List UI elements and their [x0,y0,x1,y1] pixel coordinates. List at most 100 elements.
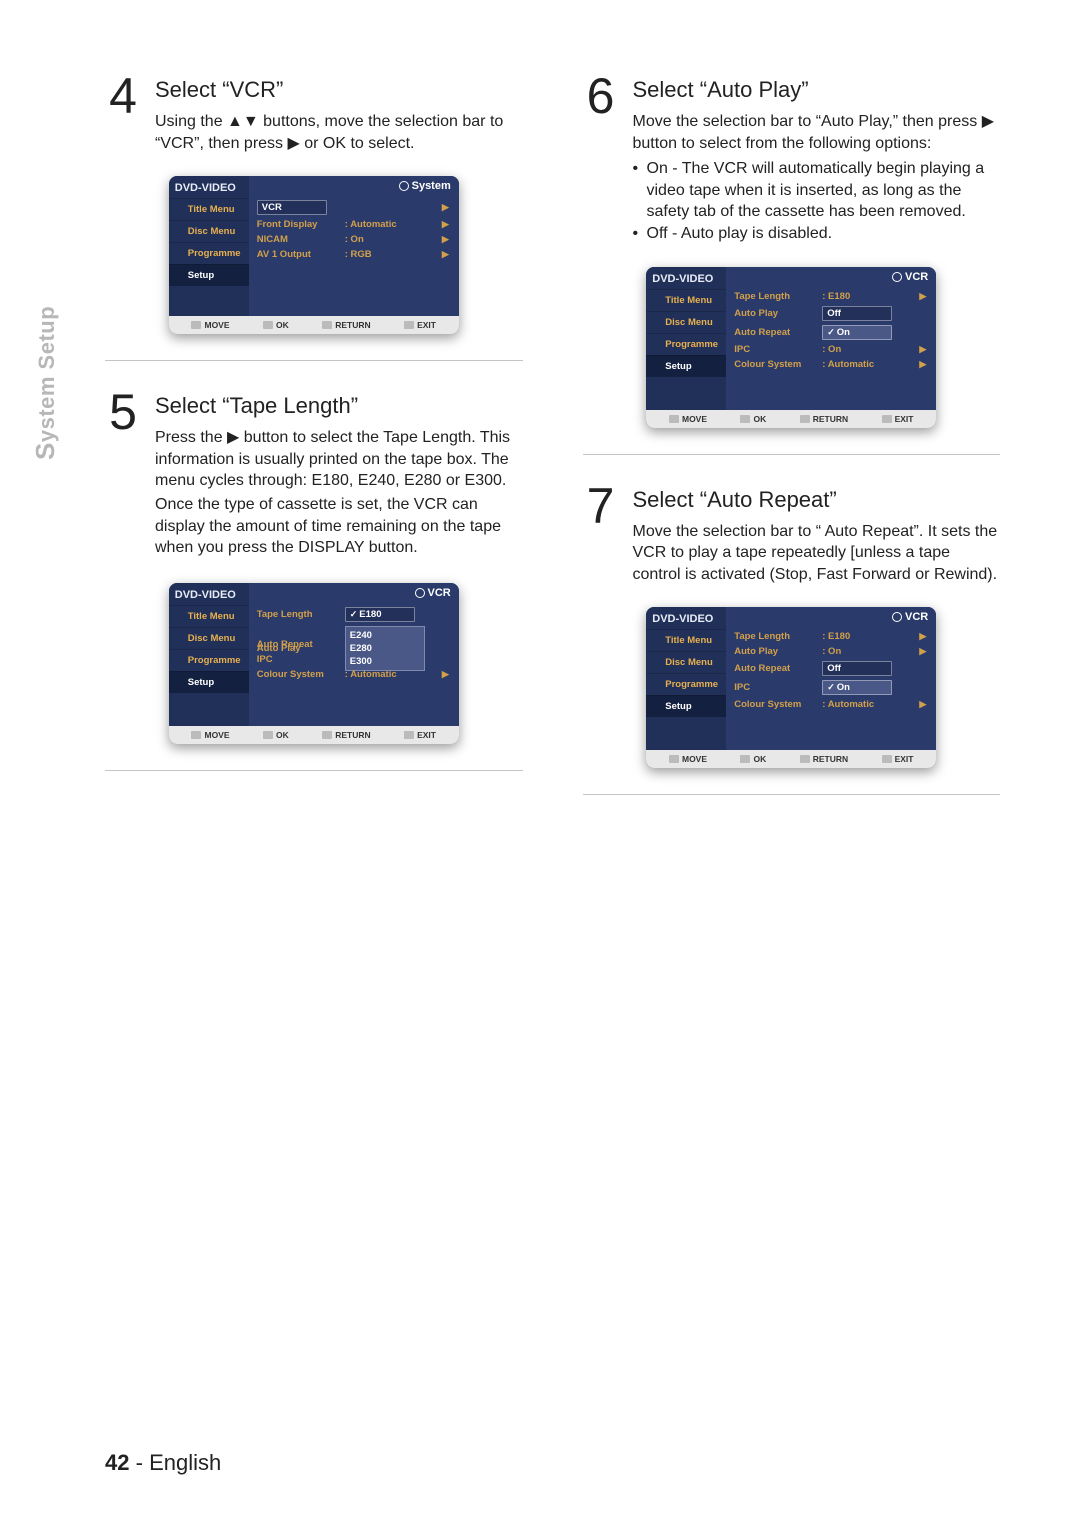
osd-screenshot-step4: DVD-VIDEO Title Menu Disc Menu Programme… [169,176,459,334]
step-desc-p2: Once the type of cassette is set, the VC… [155,494,523,559]
osd-row-ipc[interactable]: IPCOn [732,678,930,697]
osd-row-tape-length[interactable]: Tape Length: E180▶ [732,289,930,304]
auto-repeat-box-on: On [822,680,892,695]
right-arrow-icon: ▶ [442,669,451,680]
osd-main-panel: System VCR▶ Front Display: Automatic▶ NI… [249,176,459,316]
section-tab-text: ystem Setup [34,306,59,442]
osd-header: DVD-VIDEO [169,176,249,198]
osd-row-auto-play-on[interactable]: Auto RepeatOn [732,323,930,342]
left-column: 4 Select “VCR” Using the ▲▼ buttons, mov… [105,75,523,825]
osd-foot-return: RETURN [800,414,848,424]
osd-row-tape-length[interactable]: Tape Length: E180▶ [732,629,930,644]
osd-row-colour-system[interactable]: Colour System: Automatic▶ [255,667,453,682]
step-title: Select “VCR” [155,77,523,103]
auto-play-box-on: On [822,325,892,340]
osd-row-auto-repeat-off[interactable]: Auto RepeatOff [732,659,930,678]
step-title: Select “Auto Repeat” [633,487,1001,513]
osd-row-ipc[interactable]: IPC: On▶ [732,342,930,357]
osd-foot-return: RETURN [800,754,848,764]
right-arrow-icon: ▶ [919,699,928,710]
osd-context-tag: VCR [415,587,451,599]
right-column: 6 Select “Auto Play” Move the selection … [583,75,1001,825]
auto-play-box-off: Off [822,306,892,321]
osd-header: DVD-VIDEO [169,583,249,605]
osd-footer: MOVE OK RETURN EXIT [169,316,459,334]
osd-foot-move: MOVE [191,730,229,740]
osd-side-title-menu[interactable]: Title Menu [169,198,249,220]
osd-side-setup[interactable]: Setup [169,264,249,286]
osd-row-av1[interactable]: AV 1 Output: RGB▶ [255,247,453,262]
osd-foot-return: RETURN [322,320,370,330]
osd-side-programme[interactable]: Programme [169,242,249,264]
osd-main-panel: VCR Tape Length: E180▶ Auto Play: On▶ Au… [726,607,936,750]
right-arrow-icon: ▶ [919,646,928,657]
osd-row-front-display[interactable]: Front Display: Automatic▶ [255,217,453,232]
osd-foot-move: MOVE [191,320,229,330]
osd-foot-exit: EXIT [404,730,436,740]
osd-foot-ok: OK [263,730,289,740]
osd-foot-ok: OK [740,754,766,764]
dropdown-option[interactable]: E280 [350,642,420,655]
osd-side-disc-menu[interactable]: Disc Menu [646,311,726,333]
osd-side-setup[interactable]: Setup [169,671,249,693]
osd-row-colour-system[interactable]: Colour System: Automatic▶ [732,357,930,372]
auto-repeat-box-off: Off [822,661,892,676]
osd-row-auto-play[interactable]: Auto PlayOff [732,304,930,323]
dropdown-option[interactable]: E240 [350,629,420,642]
osd-main-panel: VCR Tape LengthE180 Auto Play E240 E280 … [249,583,459,726]
right-arrow-icon: ▶ [442,249,451,260]
osd-side-title-menu[interactable]: Title Menu [169,605,249,627]
osd-foot-ok: OK [740,414,766,424]
osd-side-setup[interactable]: Setup [646,355,726,377]
osd-foot-exit: EXIT [882,414,914,424]
osd-side-disc-menu[interactable]: Disc Menu [646,651,726,673]
osd-side-disc-menu[interactable]: Disc Menu [169,627,249,649]
osd-row-vcr[interactable]: VCR ▶ [255,198,453,217]
osd-row-colour-system[interactable]: Colour System: Automatic▶ [732,697,930,712]
osd-side-setup[interactable]: Setup [646,695,726,717]
osd-foot-ok: OK [263,320,289,330]
osd-foot-exit: EXIT [404,320,436,330]
osd-side-programme[interactable]: Programme [169,649,249,671]
dropdown-option[interactable]: E300 [350,655,420,668]
osd-header: DVD-VIDEO [646,267,726,289]
osd-side-disc-menu[interactable]: Disc Menu [169,220,249,242]
osd-screenshot-step7: DVD-VIDEO Title Menu Disc Menu Programme… [646,607,936,768]
osd-row-auto-play[interactable]: Auto Play: On▶ [732,644,930,659]
right-arrow-icon: ▶ [442,202,451,213]
osd-row-tape-length[interactable]: Tape LengthE180 [255,605,453,624]
page-language: English [149,1450,221,1475]
step-6: 6 Select “Auto Play” Move the selection … [583,75,1001,455]
osd-side-programme[interactable]: Programme [646,333,726,355]
osd-screenshot-step5: DVD-VIDEO Title Menu Disc Menu Programme… [169,583,459,744]
osd-side-programme[interactable]: Programme [646,673,726,695]
osd-sidebar: DVD-VIDEO Title Menu Disc Menu Programme… [169,583,249,726]
osd-side-title-menu[interactable]: Title Menu [646,629,726,651]
osd-context-tag: VCR [892,271,928,283]
step-title: Select “Tape Length” [155,393,523,419]
osd-vcr-box: VCR [257,200,327,215]
step-description: Using the ▲▼ buttons, move the selection… [155,111,523,154]
osd-sidebar: DVD-VIDEO Title Menu Disc Menu Programme… [169,176,249,316]
bullet-off: Off - Auto play is disabled. [647,223,1001,245]
step-number: 5 [105,391,141,561]
right-arrow-icon: ▶ [442,234,451,245]
osd-footer: MOVE OK RETURN EXIT [646,750,936,768]
step-number: 4 [105,75,141,154]
osd-side-title-menu[interactable]: Title Menu [646,289,726,311]
osd-screenshot-step6: DVD-VIDEO Title Menu Disc Menu Programme… [646,267,936,428]
step-4: 4 Select “VCR” Using the ▲▼ buttons, mov… [105,75,523,361]
step-number: 7 [583,485,619,586]
tape-length-selected: E180 [345,607,415,622]
step-7: 7 Select “Auto Repeat” Move the selectio… [583,485,1001,796]
right-arrow-icon: ▶ [442,219,451,230]
osd-row-nicam[interactable]: NICAM: On▶ [255,232,453,247]
osd-foot-exit: EXIT [882,754,914,764]
step-description: Move the selection bar to “Auto Play,” t… [633,111,1001,154]
osd-sidebar: DVD-VIDEO Title Menu Disc Menu Programme… [646,607,726,750]
step-description: Move the selection bar to “ Auto Repeat”… [633,521,1001,586]
page-footer: 42 - English [105,1450,221,1476]
step-number: 6 [583,75,619,245]
tape-length-dropdown[interactable]: E240 E280 E300 [345,626,425,671]
osd-footer: MOVE OK RETURN EXIT [646,410,936,428]
